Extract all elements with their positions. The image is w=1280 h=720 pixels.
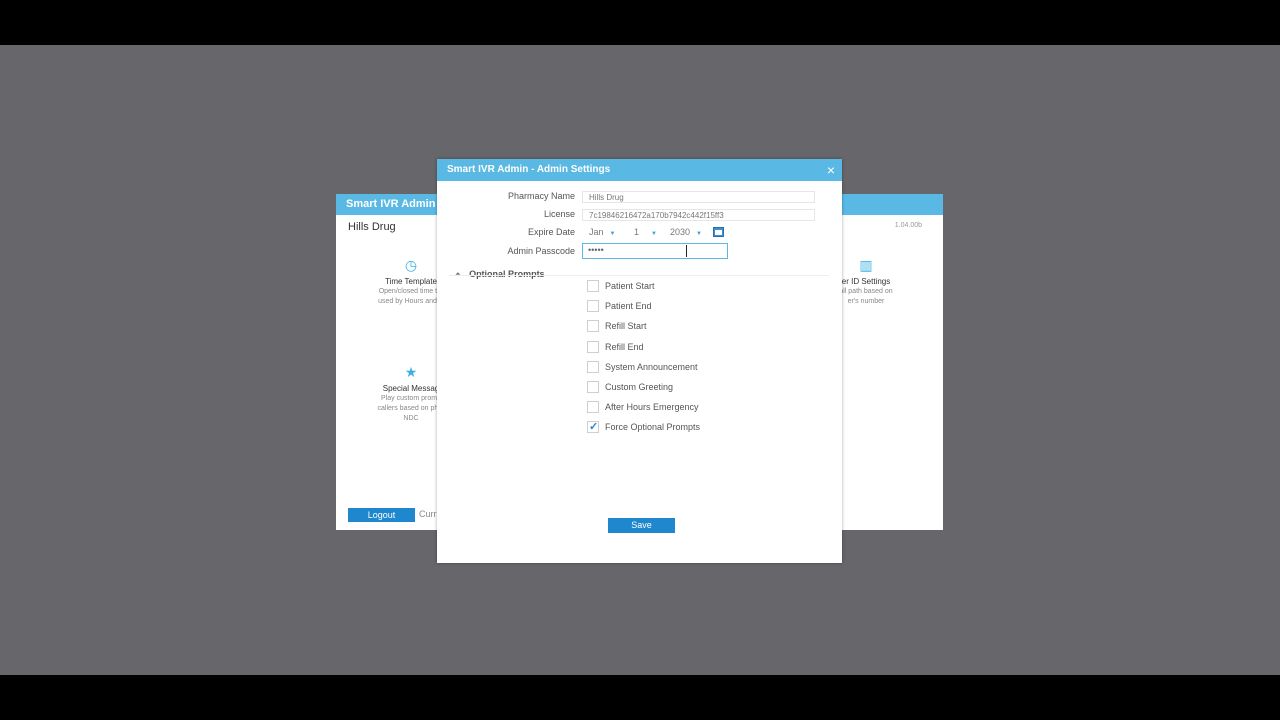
admin-passcode-field[interactable]: ••••• (582, 243, 728, 259)
logout-button[interactable]: Logout (348, 508, 415, 522)
dialog-title: Smart IVR Admin - Admin Settings (447, 164, 611, 175)
pharmacy-name-label: Pharmacy Name (507, 191, 575, 201)
chevron-down-icon: ▼ (696, 231, 702, 237)
chevron-down-icon: ▼ (651, 231, 657, 237)
optional-prompts-label: Optional Prompts (469, 269, 545, 279)
current-user-label: Curr (419, 509, 437, 519)
prompt-checkbox[interactable]: ✓ (587, 361, 599, 373)
main-window-title: Smart IVR Admin (346, 198, 436, 210)
admin-settings-dialog: Smart IVR Admin - Admin Settings × Pharm… (437, 159, 842, 563)
prompt-label: Custom Greeting (605, 382, 674, 392)
prompt-checkbox[interactable]: ✓ (587, 381, 599, 393)
pharmacy-label: Hills Drug (348, 221, 396, 233)
expire-month-value: Jan (589, 227, 604, 237)
dialog-titlebar: Smart IVR Admin - Admin Settings × (437, 159, 842, 181)
prompt-checkbox[interactable]: ✓ (587, 401, 599, 413)
prompt-label: After Hours Emergency (605, 402, 699, 412)
prompt-label: Refill Start (605, 321, 647, 331)
expire-year-select[interactable]: 2030 ▼ (670, 227, 702, 237)
prompt-label: Force Optional Prompts (605, 422, 701, 432)
expire-date-label: Expire Date (527, 227, 575, 237)
prompt-label: System Announcement (605, 362, 698, 372)
optional-prompts-header[interactable]: ⏶ Optional Prompts (455, 264, 545, 282)
license-field[interactable]: 7c19846216472a170b7942c442f15ff3 (582, 209, 815, 221)
license-label: License (543, 209, 575, 219)
version-label: 1.04.00b (894, 222, 922, 229)
calendar-icon[interactable] (713, 227, 724, 237)
expire-month-select[interactable]: Jan ▼ (589, 227, 615, 237)
prompt-label: Refill End (605, 342, 644, 352)
prompt-checkbox[interactable]: ✓ (587, 280, 599, 292)
prompt-checkbox[interactable]: ✓ (587, 341, 599, 353)
save-button[interactable]: Save (608, 518, 675, 533)
prompt-label: Patient End (605, 301, 652, 311)
text-cursor-icon (686, 245, 687, 257)
chevron-down-icon: ▼ (609, 231, 616, 237)
expire-day-value: 1 (634, 227, 640, 237)
prompt-checkbox[interactable]: ✓ (587, 320, 599, 332)
checkmark-icon: ✓ (589, 421, 599, 433)
divider (449, 275, 829, 276)
prompt-checkbox[interactable]: ✓ (587, 300, 599, 312)
admin-passcode-label: Admin Passcode (507, 246, 575, 256)
prompt-checkbox[interactable]: ✓ (587, 421, 599, 433)
expire-day-select[interactable]: 1 ▼ (634, 227, 657, 237)
close-icon[interactable]: × (827, 162, 835, 178)
pharmacy-name-field[interactable]: Hills Drug (582, 191, 815, 203)
expire-year-value: 2030 (670, 227, 691, 237)
prompt-label: Patient Start (605, 281, 655, 291)
